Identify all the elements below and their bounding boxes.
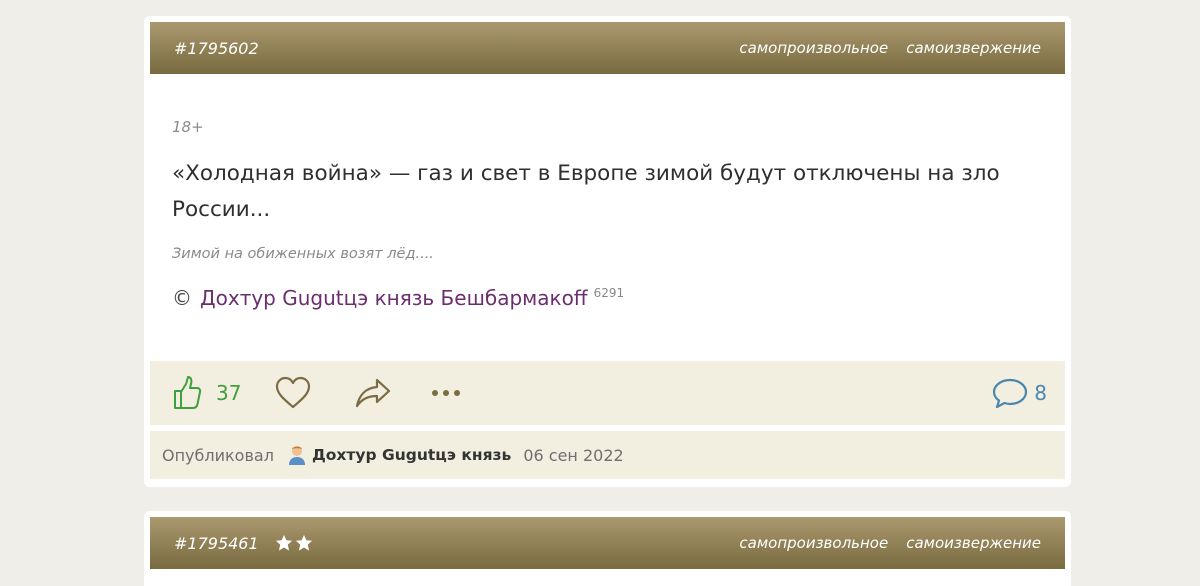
age-rating-label: 18+ [172,118,204,136]
publisher-link[interactable]: Дохтур Gugutцэ князь [312,446,511,464]
post-id-text: #1795461 [174,533,259,553]
more-dots-icon [432,390,461,396]
star-icon [295,534,312,551]
publish-info: Опубликовал Дохтур Gugutцэ князь 06 сен … [150,431,1065,479]
share-arrow-icon [356,378,391,408]
quote-content: 18+ «Холодная война» — газ и свет в Евро… [150,74,1065,361]
quote-header: #1795602 самопроизвольное самоизвержение [150,22,1065,74]
comment-count: 8 [1034,381,1047,405]
share-button[interactable] [355,378,391,408]
rating-stars [275,534,313,552]
heart-icon [276,376,311,409]
tag-list: самопроизвольное самоизвержение [739,39,1041,57]
like-button[interactable]: 37 [172,375,241,411]
star-icon [275,534,292,551]
like-count: 37 [216,381,242,405]
tag-link[interactable]: самоизвержение [906,39,1041,57]
comment-bubble-icon [993,378,1028,409]
tag-link[interactable]: самопроизвольное [739,534,888,552]
post-id-link[interactable]: #1795602 [174,39,259,58]
thumbs-up-icon [174,376,202,409]
quote-card: #1795461 самопроизвольное самоизвержение [144,511,1071,586]
copyright-sign: © [172,286,192,310]
published-label: Опубликовал [162,445,274,465]
quote-text: «Холодная война» — газ и свет в Европе з… [172,161,1000,222]
publish-date: 06 сен 2022 [523,445,624,465]
favorite-button[interactable] [275,376,311,410]
tag-list: самопроизвольное самоизвержение [739,534,1041,552]
comments-button[interactable]: 8 [992,377,1047,409]
user-avatar-icon [288,446,305,465]
tag-link[interactable]: самоизвержение [906,534,1041,552]
quote-card: #1795602 самопроизвольное самоизвержение… [144,16,1071,487]
tag-link[interactable]: самопроизвольное [739,39,888,57]
author-line: © Дохтур Gugutцэ князь Бешбармакoff 6291 [172,286,1043,310]
author-rating: 6291 [593,286,625,300]
more-button[interactable] [431,388,461,398]
author-link[interactable]: Дохтур Gugutцэ князь Бешбармакoff [200,286,588,310]
quote-caption: Зимой на обиженных возят лёд.... [172,246,434,262]
post-id-link[interactable]: #1795461 [174,534,313,553]
quote-header: #1795461 самопроизвольное самоизвержение [150,517,1065,569]
action-bar: 37 8 [150,361,1065,425]
